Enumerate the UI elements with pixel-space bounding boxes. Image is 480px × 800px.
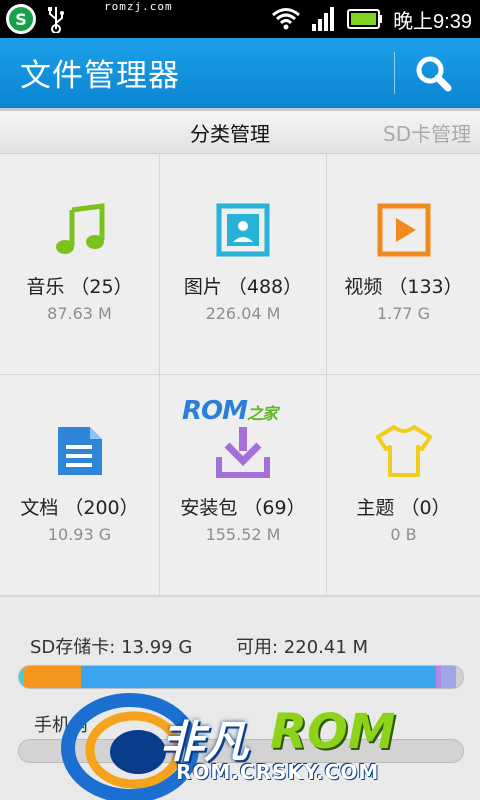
category-label: 视频 （133） xyxy=(344,276,463,298)
category-grid: 音乐 （25） 87.63 M 图片 （488） 226.04 M 视频 （13… xyxy=(0,154,480,596)
category-themes[interactable]: 主题 （0） 0 B xyxy=(327,375,480,596)
tab-indicator xyxy=(0,108,480,111)
sd-available-label: 可用: 220.41 M xyxy=(236,637,369,658)
category-music[interactable]: 音乐 （25） 87.63 M xyxy=(0,154,160,375)
usage-segment-video xyxy=(24,666,82,688)
search-icon xyxy=(416,56,452,92)
usage-segment-document xyxy=(81,666,437,688)
tshirt-icon xyxy=(375,425,432,477)
category-size: 10.93 G xyxy=(47,525,112,544)
category-label: 图片 （488） xyxy=(183,276,303,298)
video-play-icon xyxy=(377,203,430,257)
download-install-icon xyxy=(216,427,270,478)
status-domain-text: romzj.com xyxy=(104,0,173,13)
watermark-brand-rom: ROM xyxy=(270,704,396,760)
category-label: 音乐 （25） xyxy=(26,276,133,298)
picture-icon xyxy=(216,203,270,257)
usb-icon xyxy=(48,7,64,33)
watermark-romzj: ROM之家 xyxy=(182,396,278,426)
category-documents[interactable]: 文档 （200） 10.93 G xyxy=(0,375,160,596)
usage-segment-other xyxy=(440,666,457,688)
category-size: 1.77 G xyxy=(376,304,431,323)
tab-bar: 分类管理 SD卡管理 xyxy=(0,108,480,154)
title-bar: 文件管理器 xyxy=(0,38,480,108)
category-videos[interactable]: 视频 （133） 1.77 G xyxy=(327,154,480,375)
category-size: 87.63 M xyxy=(47,304,112,323)
sd-usage-bar xyxy=(18,665,464,689)
title-divider xyxy=(394,52,395,94)
category-size: 0 B xyxy=(390,525,417,544)
app-logo-icon: S xyxy=(6,4,36,34)
category-label: 文档 （200） xyxy=(20,497,139,519)
status-bar: S romzj.com 晚上9:39 xyxy=(0,0,480,38)
category-size: 155.52 M xyxy=(205,525,281,544)
search-button[interactable] xyxy=(410,50,460,98)
watermark-url: ROM.CRSKY.COM xyxy=(176,760,380,784)
battery-icon xyxy=(347,9,383,29)
wifi-icon xyxy=(272,8,301,30)
tab-category[interactable]: 分类管理 xyxy=(190,118,270,147)
app-title: 文件管理器 xyxy=(20,58,180,94)
usage-segment-free xyxy=(456,666,463,688)
document-icon xyxy=(57,427,102,475)
signal-icon xyxy=(312,7,335,31)
sd-storage-info: SD存储卡: 13.99 G 可用: 220.41 M xyxy=(30,633,368,659)
category-label: 安装包 （69） xyxy=(180,497,306,519)
tab-sd-card[interactable]: SD卡管理 xyxy=(383,118,471,147)
status-time: 晚上9:39 xyxy=(393,10,472,33)
category-pictures[interactable]: 图片 （488） 226.04 M xyxy=(160,154,327,375)
category-size: 226.04 M xyxy=(205,304,281,323)
category-label: 主题 （0） xyxy=(356,497,451,519)
music-note-icon xyxy=(55,203,104,254)
sd-total-label: SD存储卡: 13.99 G xyxy=(30,637,193,658)
